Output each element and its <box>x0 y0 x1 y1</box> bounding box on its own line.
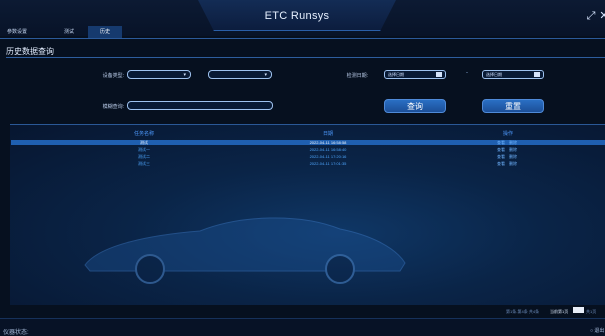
fuzzy-search-input[interactable] <box>127 101 273 110</box>
row-date: 2022-04-11 16:58:58 <box>309 140 347 145</box>
column-header-date[interactable]: 日期 <box>304 130 352 137</box>
date-end-field[interactable]: 选择日期 <box>482 70 544 79</box>
row-task-name: 测试一 <box>138 147 150 152</box>
pager-current: 当前第1页 <box>550 309 569 314</box>
exit-button[interactable]: ○ 退出 <box>590 327 604 334</box>
status-bar <box>0 318 605 336</box>
query-button[interactable]: 查询 <box>384 99 446 113</box>
device-type-select[interactable]: ▾ <box>127 70 191 79</box>
row-date: 2022-04-11 16:58:40 <box>309 147 347 152</box>
car-illustration <box>84 217 406 284</box>
date-start-placeholder: 选择日期 <box>388 72 404 77</box>
date-separator: - <box>466 70 468 76</box>
view-link[interactable]: 查看 <box>497 154 505 160</box>
fuzzy-search-label: 模糊查询: <box>102 104 124 110</box>
view-link[interactable]: 查看 <box>497 161 505 167</box>
pager-total: 共1页 <box>586 309 597 314</box>
page-number-input[interactable] <box>573 307 584 313</box>
reset-button[interactable]: 重置 <box>482 99 544 113</box>
close-icon[interactable]: ✕ <box>597 9 605 23</box>
row-task-name: 测试三 <box>138 161 150 166</box>
tab-params[interactable]: 参数设置 <box>2 26 32 38</box>
column-header-actions: 操作 <box>502 131 513 137</box>
device-type-label: 设备类型: <box>102 73 124 79</box>
title-divider <box>6 57 605 58</box>
device-model-select[interactable]: ▾ <box>208 70 272 79</box>
column-header-task[interactable]: 任务名称 <box>120 130 168 137</box>
row-task-name: 测试二 <box>138 154 150 159</box>
tab-divider <box>0 38 605 39</box>
pager-summary: 第1条-第4条 共4条 <box>506 309 540 314</box>
calendar-icon <box>534 72 540 77</box>
row-task-name: 测试 <box>140 140 148 145</box>
view-link[interactable]: 查看 <box>497 147 505 153</box>
row-date: 2022-04-11 17:01:35 <box>309 161 347 166</box>
delete-link[interactable]: 删除 <box>509 140 517 146</box>
restore-window-icon[interactable]: ⤢ <box>584 9 598 23</box>
delete-link[interactable]: 删除 <box>509 147 517 153</box>
page-title: 历史数据查询 <box>6 47 54 56</box>
detect-date-label: 检测日期: <box>346 73 368 79</box>
view-link[interactable]: 查看 <box>497 140 505 146</box>
chevron-down-icon: ▾ <box>264 72 267 78</box>
app-title: ETC Runsys <box>264 10 330 22</box>
tab-history[interactable]: 历史 <box>88 26 122 38</box>
date-start-field[interactable]: 选择日期 <box>384 70 446 79</box>
row-date: 2022-04-11 17:20:16 <box>309 154 347 159</box>
tab-test[interactable]: 测试 <box>58 26 80 38</box>
calendar-icon <box>436 72 442 77</box>
date-end-placeholder: 选择日期 <box>486 72 502 77</box>
chevron-down-icon: ▾ <box>183 72 186 78</box>
delete-link[interactable]: 删除 <box>509 161 517 167</box>
delete-link[interactable]: 删除 <box>509 154 517 160</box>
